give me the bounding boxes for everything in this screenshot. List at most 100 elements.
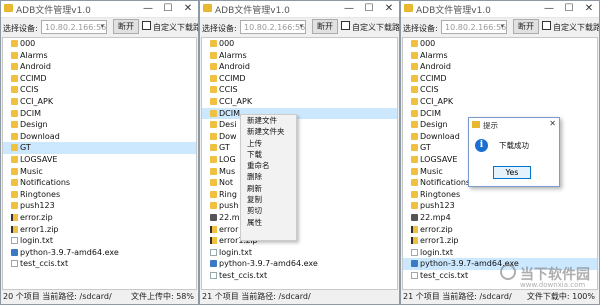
disconnect-button[interactable]: 断开 [513,19,539,34]
minimize-icon[interactable]: — [539,1,559,17]
custom-path-checkbox[interactable] [542,21,551,30]
list-item[interactable]: CCI_APK [3,96,196,108]
close-icon[interactable]: ✕ [379,1,399,17]
list-item[interactable]: Android [202,61,397,73]
list-item[interactable]: GT [202,142,397,154]
list-item[interactable]: Android [403,61,597,73]
folder-icon [411,40,418,47]
custom-path-checkbox[interactable] [341,21,350,30]
list-item[interactable]: Alarms [3,50,196,62]
list-item[interactable]: DCIM [3,108,196,120]
list-item[interactable]: CCI_APK [403,96,597,108]
folder-icon [210,132,217,140]
list-item[interactable]: Notifications [3,177,196,189]
menu-item[interactable]: 新建文件夹 [241,126,296,137]
list-item[interactable]: Music [3,166,196,178]
list-item[interactable]: LOGSAVE [3,154,196,166]
maximize-icon[interactable]: ☐ [359,1,379,17]
list-item[interactable]: login.txt [3,235,196,247]
list-item[interactable]: Design [3,119,196,131]
chevron-down-icon: ▾ [299,22,303,30]
menu-item[interactable]: 下载 [241,149,296,160]
list-item[interactable]: Not [202,177,397,189]
maximize-icon[interactable]: ☐ [158,1,178,17]
list-item[interactable]: error1.zip [202,235,397,247]
menu-item[interactable]: 刷新 [241,183,296,194]
menu-item[interactable]: 属性 [241,217,296,228]
custom-path-checkbox[interactable] [142,21,151,30]
device-select[interactable]: 10.80.2.166:5656▾ [41,20,107,34]
item-name: 22.m [219,212,240,222]
menu-item[interactable]: 复制 [241,194,296,205]
maximize-icon[interactable]: ☐ [559,1,579,17]
yes-button[interactable]: Yes [493,166,531,179]
menu-item[interactable]: 删除 [241,171,296,182]
dialog-title: 提示 [483,121,498,130]
folder-icon [11,109,18,117]
item-name: GT [420,143,431,153]
item-name: Alarms [420,50,448,60]
folder-icon [210,40,217,47]
menu-item[interactable]: 新建文件 [241,115,296,126]
list-item[interactable]: Desi [202,119,397,131]
list-item[interactable]: Alarms [403,50,597,62]
list-item[interactable]: CCIMD [3,73,196,85]
list-item[interactable]: error [202,224,397,236]
list-item[interactable]: test_ccis.txt [3,258,196,270]
list-item[interactable]: Ringtones [3,189,196,201]
menu-item[interactable]: 上传 [241,138,296,149]
list-item[interactable]: GT [3,142,196,154]
list-item[interactable]: CCIS [3,84,196,96]
list-item[interactable]: 000 [3,38,196,50]
list-item[interactable]: error1.zip [403,235,597,247]
list-item[interactable]: Android [3,61,196,73]
folder-icon [11,167,18,175]
item-name: python-3.9.7-amd64.exe [20,247,119,257]
list-item[interactable]: CCIMD [202,73,397,85]
minimize-icon[interactable]: — [138,1,158,17]
list-item[interactable]: CCIMD [403,73,597,85]
list-item[interactable]: login.txt [403,247,597,259]
list-item[interactable]: error.zip [403,224,597,236]
list-item[interactable]: python-3.9.7-amd64.exe [3,247,196,259]
list-item[interactable]: push123 [3,200,196,212]
item-name: Mus [219,166,236,176]
status-bar: 20 个项目 当前路径: /sdcard/文件上传中: 58% [1,290,198,304]
menu-item[interactable]: 重命名 [241,160,296,171]
list-item[interactable]: CCIS [403,84,597,96]
list-item[interactable]: Ringtones [403,189,597,201]
list-item[interactable]: python-3.9.7-amd64.exe [202,258,397,270]
list-item[interactable]: Dow [202,131,397,143]
status-progress: 文件上传中: 58% [130,292,194,301]
list-item[interactable]: push123 [403,200,597,212]
close-icon[interactable]: ✕ [178,1,198,17]
list-item[interactable]: Download [3,131,196,143]
list-item[interactable]: test_ccis.txt [202,270,397,282]
list-item[interactable]: Alarms [202,50,397,62]
dialog-close-icon[interactable]: ✕ [549,119,556,128]
menu-item[interactable]: 剪切 [241,205,296,216]
dialog-app-icon [472,121,480,128]
disconnect-button[interactable]: 断开 [113,19,139,34]
list-item[interactable]: error1.zip [3,224,196,236]
list-item[interactable]: error.zip [3,212,196,224]
list-item[interactable]: DCIM [202,107,397,120]
list-item[interactable]: Mus [202,166,397,178]
list-item[interactable]: push [202,200,397,212]
list-item[interactable]: Ring [202,189,397,201]
list-item[interactable]: 22.mp4 [403,212,597,224]
list-item[interactable]: 000 [202,38,397,50]
list-item[interactable]: 000 [403,38,597,50]
zip-icon [11,225,18,233]
close-icon[interactable]: ✕ [579,1,599,17]
list-item[interactable]: LOG [202,154,397,166]
device-select[interactable]: 10.80.2.166:5656▾ [240,20,306,34]
list-item[interactable]: login.txt [202,247,397,259]
disconnect-button[interactable]: 断开 [312,19,338,34]
list-item[interactable]: CCIS [202,84,397,96]
list-item[interactable]: CCI_APK [202,96,397,108]
minimize-icon[interactable]: — [339,1,359,17]
list-item[interactable]: 22.m [202,212,397,224]
folder-icon [411,179,418,187]
device-select[interactable]: 10.80.2.166:5656▾ [441,20,507,34]
